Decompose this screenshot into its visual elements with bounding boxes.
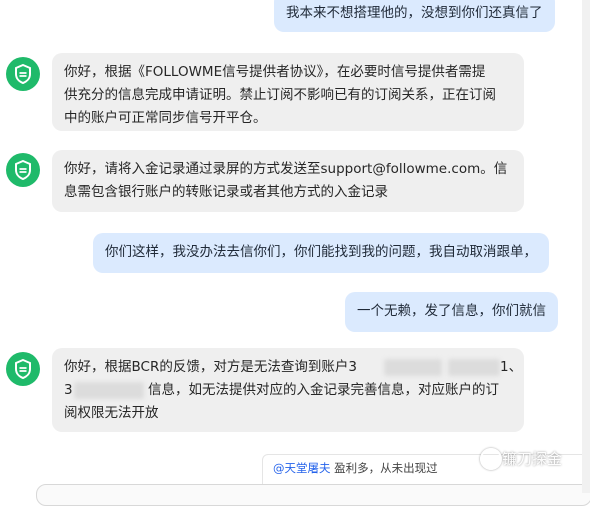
message-line: 供充分的信息完成申请证明。禁止订阅不影响已有的订阅关系，正在订阅 (64, 87, 496, 103)
user-message-bubble: 我本来不想搭理他的，没想到你们还真信了 (274, 0, 555, 32)
watermark-text: 镰刀探金 (502, 450, 563, 468)
bot-avatar (6, 352, 40, 386)
message-line: 中的账户可正常同步信号开平仓。 (64, 110, 267, 126)
message-text: 我本来不想搭理他的，没想到你们还真信了 (286, 5, 543, 21)
bot-message-bubble: 你好，请将入金记录通过录屏的方式发送至support@followme.com。… (52, 150, 524, 212)
bot-avatar (6, 153, 40, 187)
message-line: 你好，请将入金记录通过录屏的方式发送至support@followme.com。… (64, 161, 508, 177)
message-line: 你好，根据BCR的反馈，对方是无法查询到账户3 (64, 359, 357, 375)
chat-thread: 我本来不想搭理他的，没想到你们还真信了 你好，根据《FOLLOWME信号提供者协… (0, 0, 590, 506)
message-line: 息需包含银行账户的转账记录或者其他方式的入金记录 (64, 184, 388, 200)
shield-icon (15, 160, 31, 180)
message-line: 3 (64, 382, 73, 398)
watermark-logo-icon (480, 448, 502, 470)
user-mention[interactable]: @天堂屠夫 (273, 461, 331, 475)
bot-avatar (6, 57, 40, 91)
shield-icon (15, 64, 31, 84)
message-line: 信息，如无法提供对应的入金记录完善信息，对应账户的订 (148, 382, 499, 398)
user-message-bubble: 你们这样，我没办法去信你们，你们能找到我的问题，我自动取消跟单， (93, 233, 549, 273)
bot-message-bubble: 你好，根据BCR的反馈，对方是无法查询到账户3 1、 3 信息，如无法提供对应的… (52, 348, 524, 432)
bot-message-bubble: 你好，根据《FOLLOWME信号提供者协议》，在必要时信号提供者需提 供充分的信… (52, 53, 524, 131)
scrollbar[interactable] (582, 0, 590, 493)
message-text: 你们这样，我没办法去信你们，你们能找到我的问题，我自动取消跟单， (105, 244, 537, 260)
redacted-block (448, 359, 500, 376)
redacted-block (74, 382, 144, 399)
message-line: 1、 (500, 359, 523, 375)
message-input[interactable] (36, 484, 590, 506)
redacted-block (384, 359, 442, 376)
quote-text: 盈利多，从未出现过 (330, 461, 438, 475)
user-message-bubble: 一个无赖，发了信息，你们就信 (345, 292, 558, 332)
message-text: 一个无赖，发了信息，你们就信 (357, 303, 546, 319)
message-line: 你好，根据《FOLLOWME信号提供者协议》，在必要时信号提供者需提 (64, 64, 486, 80)
message-line: 阅权限无法开放 (64, 405, 159, 421)
shield-icon (15, 359, 31, 379)
